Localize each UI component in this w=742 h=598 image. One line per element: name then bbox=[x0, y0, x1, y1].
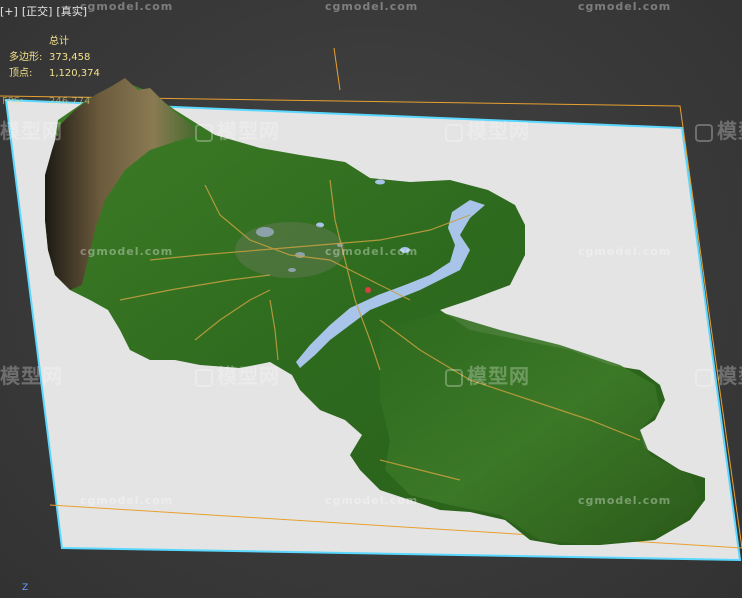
stats-vertices-value: 1,120,374 bbox=[49, 68, 100, 79]
lake bbox=[375, 179, 385, 185]
statistics-overlay: 总计 多边形: 373,458 顶点: 1,120,374 bbox=[9, 34, 100, 82]
bbox-vertical-edge bbox=[333, 47, 341, 91]
viewport-menu-general[interactable]: [+] bbox=[0, 5, 18, 18]
stats-title: 总计 bbox=[49, 36, 69, 47]
urban-area bbox=[235, 222, 345, 278]
location-marker bbox=[365, 287, 371, 293]
fps-label: FPS: bbox=[2, 96, 24, 107]
lake bbox=[400, 247, 410, 253]
stats-polygons-value: 373,458 bbox=[49, 52, 91, 63]
viewport-menu-view[interactable]: [正交] bbox=[22, 5, 53, 18]
viewport-menu-shading[interactable]: [真实] bbox=[56, 5, 87, 18]
stats-polygons-label: 多边形: bbox=[9, 52, 43, 63]
fps-value: 246.774 bbox=[49, 96, 91, 107]
3d-viewport[interactable]: [+] [正交] [真实] 总计 多边形: 373,458 顶点: 1,120,374 … bbox=[0, 0, 742, 598]
scene-render[interactable] bbox=[0, 0, 742, 598]
fps-readout: FPS: 246.774 bbox=[2, 96, 90, 107]
viewport-label-menu[interactable]: [+] [正交] [真实] bbox=[0, 3, 91, 19]
stats-vertices-label: 顶点: bbox=[9, 68, 33, 79]
axis-z-label: Z bbox=[22, 583, 29, 593]
